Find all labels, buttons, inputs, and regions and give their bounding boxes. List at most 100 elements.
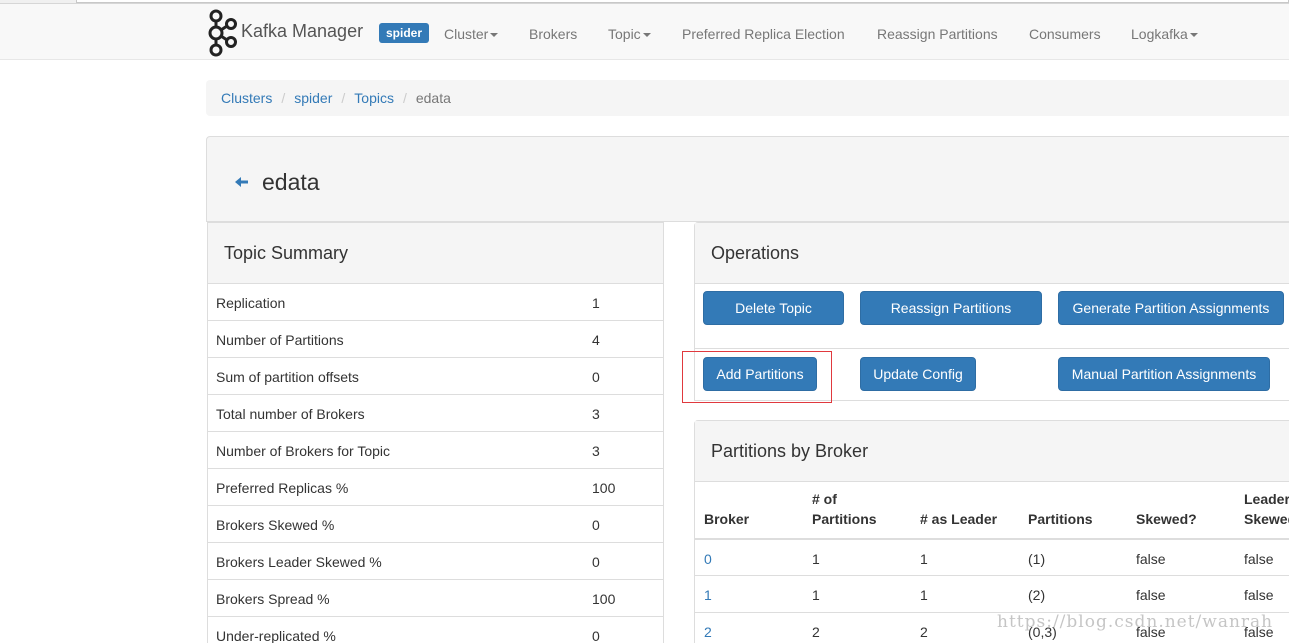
nav-reassign-partitions[interactable]: Reassign Partitions bbox=[877, 26, 998, 42]
page-title: edata bbox=[262, 169, 320, 195]
leader-skewed-cell: false bbox=[1244, 551, 1274, 567]
summary-row: Brokers Spread % 100 bbox=[208, 579, 663, 616]
nav-logkafka-label: Logkafka bbox=[1131, 26, 1188, 42]
summary-label: Brokers Skewed % bbox=[216, 517, 335, 533]
summary-value: 3 bbox=[592, 406, 600, 422]
summary-value: 0 bbox=[592, 628, 600, 643]
col-header-num-partitions: # of Partitions bbox=[812, 489, 877, 529]
topic-summary-heading: Topic Summary bbox=[208, 223, 663, 284]
summary-row: Sum of partition offsets 0 bbox=[208, 357, 663, 394]
top-navbar: Kafka Manager spider Cluster Brokers Top… bbox=[0, 4, 1289, 60]
summary-label: Sum of partition offsets bbox=[216, 369, 359, 385]
col-header-num-partitions-line2: Partitions bbox=[812, 511, 877, 527]
broker-row: 0 1 1 (1) false false bbox=[695, 538, 1289, 575]
summary-label: Number of Partitions bbox=[216, 332, 344, 348]
summary-label: Under-replicated % bbox=[216, 628, 336, 643]
summary-value: 1 bbox=[592, 295, 600, 311]
generate-partition-assignments-button[interactable]: Generate Partition Assignments bbox=[1058, 291, 1284, 325]
nav-brokers[interactable]: Brokers bbox=[529, 26, 577, 42]
partitions-by-broker-panel: Partitions by Broker Broker # of Partitio… bbox=[694, 420, 1289, 643]
num-partitions-cell: 1 bbox=[812, 587, 820, 603]
summary-label: Brokers Leader Skewed % bbox=[216, 554, 382, 570]
caret-down-icon bbox=[490, 33, 499, 38]
summary-row: Number of Partitions 4 bbox=[208, 320, 663, 357]
operations-title: Operations bbox=[711, 243, 800, 263]
summary-row: Under-replicated % 0 bbox=[208, 616, 663, 643]
summary-row: Preferred Replicas % 100 bbox=[208, 468, 663, 505]
summary-value: 0 bbox=[592, 369, 600, 385]
watermark-text: https://blog.csdn.net/wanrah bbox=[997, 612, 1274, 632]
manual-partition-assignments-button[interactable]: Manual Partition Assignments bbox=[1058, 357, 1270, 391]
summary-row: Brokers Leader Skewed % 0 bbox=[208, 542, 663, 579]
col-header-broker: Broker bbox=[704, 511, 750, 527]
partitions-by-broker-heading: Partitions by Broker bbox=[695, 421, 1289, 482]
col-header-num-partitions-line1: # of bbox=[812, 491, 837, 507]
caret-down-icon bbox=[642, 33, 651, 38]
cluster-badge[interactable]: spider bbox=[379, 23, 430, 43]
broker-link[interactable]: 0 bbox=[704, 551, 712, 567]
breadcrumb-clusters[interactable]: Clusters bbox=[221, 90, 272, 106]
delete-topic-button[interactable]: Delete Topic bbox=[703, 291, 844, 325]
num-partitions-cell: 1 bbox=[812, 551, 820, 567]
summary-row: Brokers Skewed % 0 bbox=[208, 505, 663, 542]
nav-consumers[interactable]: Consumers bbox=[1029, 26, 1101, 42]
summary-value: 4 bbox=[592, 332, 600, 348]
brand-link[interactable]: Kafka Manager bbox=[206, 9, 363, 59]
partitions-by-broker-title: Partitions by Broker bbox=[711, 441, 869, 461]
update-config-button[interactable]: Update Config bbox=[860, 357, 976, 391]
col-header-as-leader: # as Leader bbox=[920, 511, 998, 527]
breadcrumb-separator: / bbox=[341, 90, 346, 106]
operations-divider bbox=[695, 348, 1289, 349]
summary-value: 0 bbox=[592, 517, 600, 533]
summary-label: Brokers Spread % bbox=[216, 591, 330, 607]
as-leader-cell: 1 bbox=[920, 551, 928, 567]
address-field-edge bbox=[76, 0, 1289, 3]
partitions-cell: (1) bbox=[1028, 551, 1046, 567]
arrow-left-icon[interactable] bbox=[234, 175, 250, 187]
operations-heading: Operations bbox=[695, 223, 1289, 284]
summary-value: 3 bbox=[592, 443, 600, 459]
kafka-logo-icon bbox=[206, 8, 238, 61]
summary-value: 100 bbox=[592, 480, 616, 496]
annotation-highlight-box bbox=[682, 351, 832, 403]
col-header-leader-skewed-line1: Leader bbox=[1244, 491, 1289, 507]
nav-topic-label: Topic bbox=[608, 26, 641, 42]
as-leader-cell: 2 bbox=[920, 624, 928, 640]
skewed-cell: false bbox=[1136, 551, 1166, 567]
summary-row: Replication 1 bbox=[208, 283, 663, 320]
nav-preferred-replica-election[interactable]: Preferred Replica Election bbox=[682, 26, 845, 42]
broker-link[interactable]: 1 bbox=[704, 587, 712, 603]
col-header-leader-skewed: Leader Skewed? bbox=[1244, 489, 1289, 529]
reassign-partitions-button[interactable]: Reassign Partitions bbox=[860, 291, 1042, 325]
nav-cluster-label: Cluster bbox=[444, 26, 489, 42]
topic-summary-panel: Topic Summary Replication 1 Number of Par… bbox=[207, 222, 664, 643]
skewed-cell: false bbox=[1136, 587, 1166, 603]
breadcrumb-separator: / bbox=[402, 90, 407, 106]
leader-skewed-cell: false bbox=[1244, 587, 1274, 603]
nav-cluster-dropdown[interactable]: Cluster bbox=[444, 26, 499, 42]
as-leader-cell: 1 bbox=[920, 587, 928, 603]
partitions-cell: (2) bbox=[1028, 587, 1046, 603]
brand-name: Kafka Manager bbox=[241, 20, 364, 41]
breadcrumb-current-topic: edata bbox=[415, 90, 451, 106]
nav-logkafka-dropdown[interactable]: Logkafka bbox=[1131, 26, 1198, 42]
broker-link[interactable]: 2 bbox=[704, 624, 712, 640]
summary-value: 0 bbox=[592, 554, 600, 570]
num-partitions-cell: 2 bbox=[812, 624, 820, 640]
nav-topic-dropdown[interactable]: Topic bbox=[608, 26, 651, 42]
breadcrumb: Clusters / spider / Topics / edata bbox=[206, 80, 1289, 116]
summary-label: Total number of Brokers bbox=[216, 406, 365, 422]
summary-label: Number of Brokers for Topic bbox=[216, 443, 391, 459]
breadcrumb-topics[interactable]: Topics bbox=[354, 90, 394, 106]
summary-label: Preferred Replicas % bbox=[216, 480, 349, 496]
col-header-leader-skewed-line2: Skewed? bbox=[1244, 511, 1289, 527]
breadcrumb-cluster[interactable]: spider bbox=[294, 90, 332, 106]
summary-value: 100 bbox=[592, 591, 616, 607]
breadcrumb-separator: / bbox=[281, 90, 286, 106]
col-header-skewed: Skewed? bbox=[1136, 511, 1197, 527]
summary-label: Replication bbox=[216, 295, 286, 311]
summary-row: Total number of Brokers 3 bbox=[208, 394, 663, 431]
caret-down-icon bbox=[1189, 33, 1198, 38]
broker-row: 1 1 1 (2) false false bbox=[695, 575, 1289, 612]
col-header-partitions: Partitions bbox=[1028, 511, 1093, 527]
